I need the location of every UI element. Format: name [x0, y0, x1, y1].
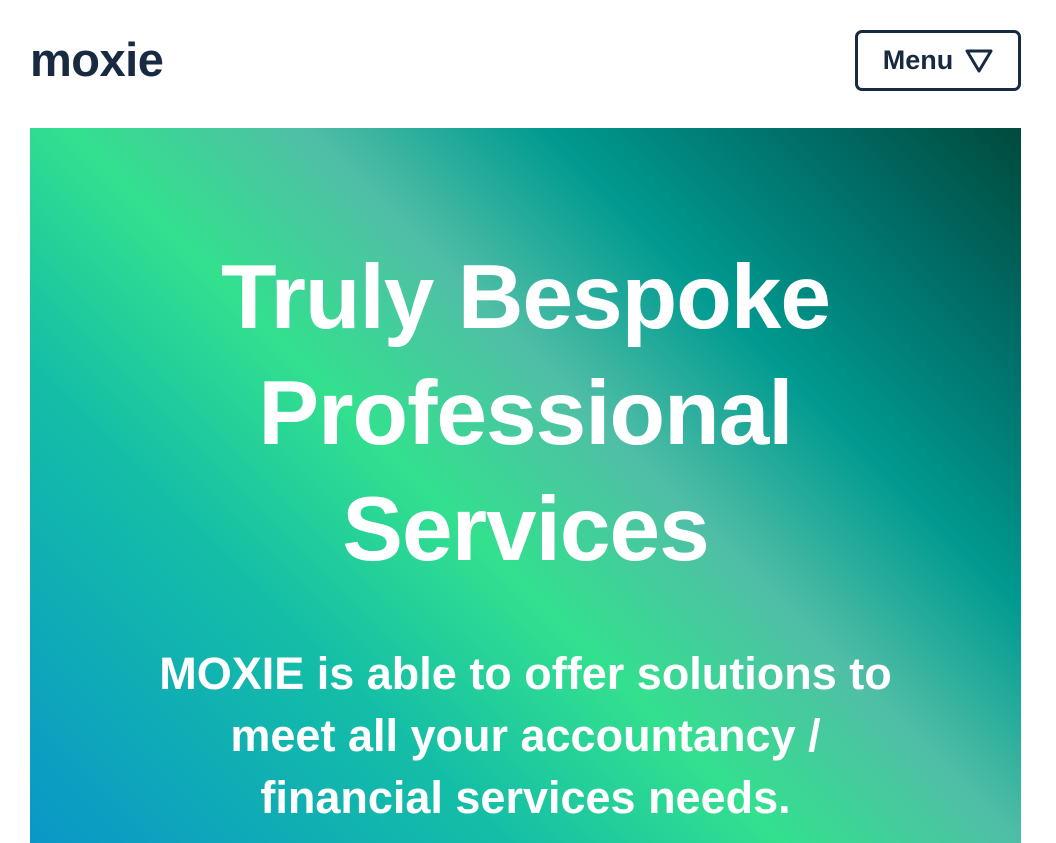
hero-title-line: Services: [342, 479, 709, 580]
hero-description: MOXIE is able to offer solutions to meet…: [90, 643, 961, 829]
menu-button-label: Menu: [882, 45, 954, 75]
hero-title-line: Truly Bespoke: [220, 247, 831, 348]
triangle-down-icon: [965, 49, 993, 73]
hero-description-line: financial services needs.: [260, 772, 791, 823]
hero-title-line: Professional: [258, 363, 793, 464]
hero-banner: Truly Bespoke Professional Services MOXI…: [30, 128, 1021, 843]
site-logo[interactable]: moxie: [30, 36, 164, 83]
site-header: moxie Menu: [30, 30, 1021, 95]
menu-button[interactable]: Menu: [855, 30, 1021, 91]
hero-description-line: meet all your accountancy /: [230, 710, 821, 761]
hero-title: Truly Bespoke Professional Services: [30, 240, 1021, 588]
hero-description-line: MOXIE is able to offer solutions to: [159, 648, 892, 699]
page: moxie Menu Truly Bespoke Professional Se…: [0, 0, 1056, 843]
